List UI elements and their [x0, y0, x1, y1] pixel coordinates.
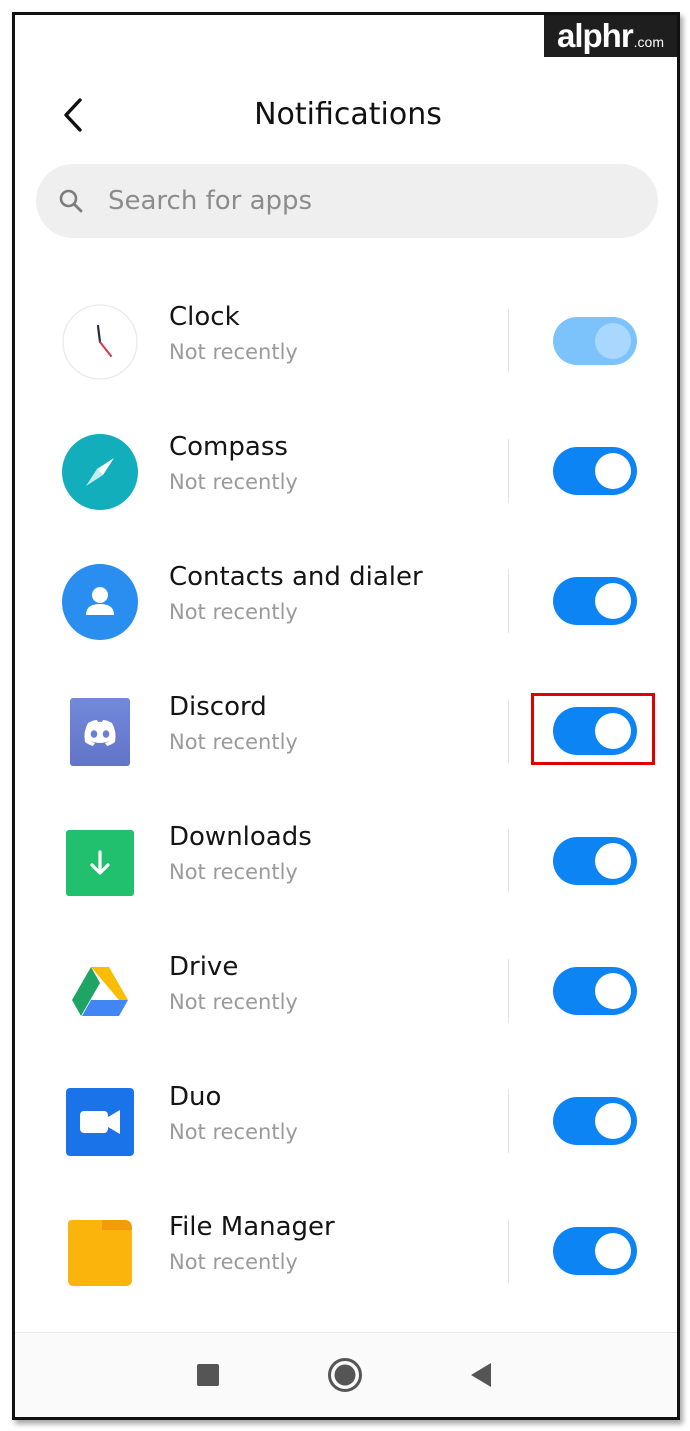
app-status: Not recently [169, 860, 298, 884]
highlight-box [531, 693, 655, 765]
toggle-knob [595, 973, 631, 1009]
app-row-compass[interactable]: Compass Not recently [15, 409, 677, 539]
page-title: Notifications [254, 97, 442, 132]
compass-icon [62, 434, 138, 510]
notification-toggle-contacts[interactable] [553, 577, 637, 625]
recents-button[interactable] [178, 1333, 238, 1417]
row-divider [508, 439, 509, 503]
row-divider [508, 699, 509, 763]
app-row-duo[interactable]: Duo Not recently [15, 1059, 677, 1189]
app-row-file-manager[interactable]: File Manager Not recently [15, 1189, 677, 1319]
app-row-drive[interactable]: Drive Not recently [15, 929, 677, 1059]
app-status: Not recently [169, 600, 298, 624]
row-divider [508, 829, 509, 893]
home-button[interactable] [315, 1333, 375, 1417]
app-status: Not recently [169, 1120, 298, 1144]
file-manager-icon [62, 1214, 138, 1290]
notification-toggle-compass[interactable] [553, 447, 637, 495]
app-name: File Manager [169, 1212, 335, 1242]
app-status: Not recently [169, 730, 298, 754]
app-row-contacts[interactable]: Contacts and dialer Not recently [15, 539, 677, 669]
contacts-icon [62, 564, 138, 640]
watermark-brand: alphr [556, 17, 634, 54]
clock-icon [62, 304, 138, 380]
app-status: Not recently [169, 1250, 298, 1274]
search-input[interactable] [106, 185, 590, 217]
notification-toggle-duo[interactable] [553, 1097, 637, 1145]
row-divider [508, 959, 509, 1023]
row-divider [508, 309, 509, 373]
duo-icon [62, 1084, 138, 1160]
notification-toggle-file-manager[interactable] [553, 1227, 637, 1275]
row-divider [508, 569, 509, 633]
toggle-knob [595, 843, 631, 879]
app-name: Contacts and dialer [169, 562, 423, 592]
app-name: Clock [169, 302, 240, 332]
discord-icon [62, 694, 138, 770]
app-status: Not recently [169, 470, 298, 494]
app-name: Duo [169, 1082, 222, 1112]
drive-icon [62, 954, 138, 1030]
alphr-watermark: alphr .com [544, 15, 677, 57]
toggle-knob [595, 323, 631, 359]
notification-toggle-drive[interactable] [553, 967, 637, 1015]
toggle-knob [595, 1233, 631, 1269]
navigation-bar [15, 1332, 677, 1417]
app-status: Not recently [169, 990, 298, 1014]
phone-screen: alphr.com Notifications Clock Not recent… [12, 12, 680, 1420]
app-status: Not recently [169, 340, 298, 364]
triangle-back-icon [471, 1363, 491, 1387]
row-divider [508, 1089, 509, 1153]
toggle-knob [595, 453, 631, 489]
notification-toggle-clock[interactable] [553, 317, 637, 365]
back-nav-button[interactable] [451, 1333, 511, 1417]
downloads-icon [62, 824, 138, 900]
toggle-knob [595, 1103, 631, 1139]
circle-icon [328, 1358, 362, 1392]
app-row-downloads[interactable]: Downloads Not recently [15, 799, 677, 929]
search-bar[interactable] [36, 164, 658, 238]
toggle-knob [595, 583, 631, 619]
watermark-domain: .com [633, 34, 665, 50]
notification-toggle-downloads[interactable] [553, 837, 637, 885]
app-name: Discord [169, 692, 267, 722]
app-name: Compass [169, 432, 288, 462]
app-row-clock[interactable]: Clock Not recently [15, 279, 677, 409]
search-icon [58, 188, 84, 214]
app-name: Downloads [169, 822, 312, 852]
row-divider [508, 1219, 509, 1283]
square-icon [197, 1364, 219, 1386]
app-name: Drive [169, 952, 239, 982]
